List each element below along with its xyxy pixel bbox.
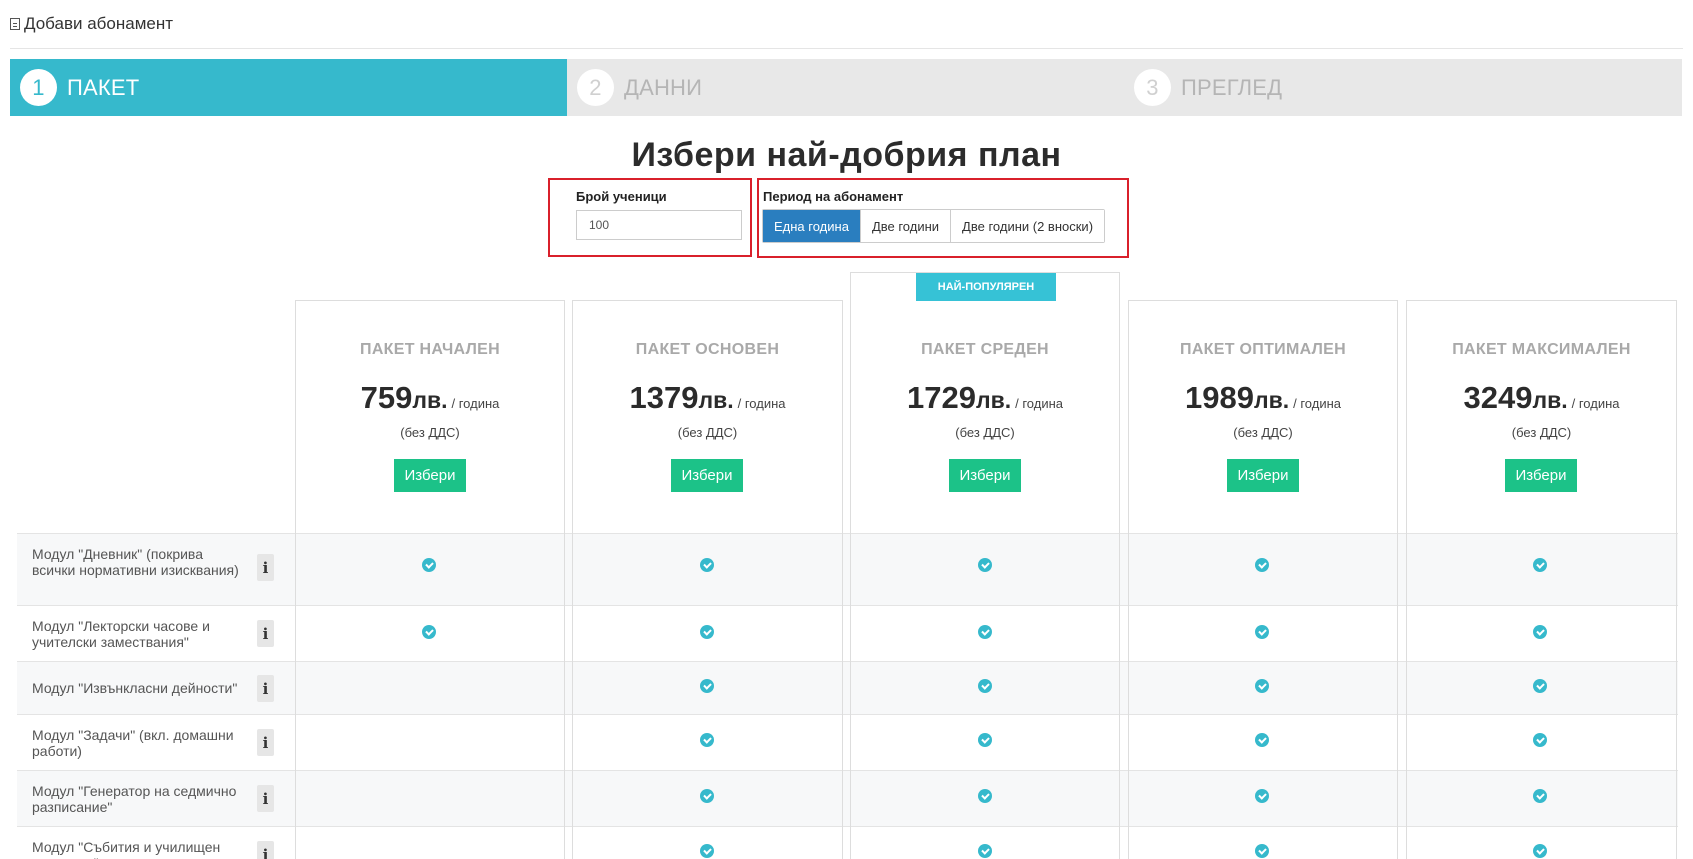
package-price: 1989лв. / година [1128, 380, 1398, 416]
check-icon [1255, 679, 1269, 693]
price-currency: лв. [1532, 387, 1568, 413]
package-price: 3249лв. / година [1406, 380, 1677, 416]
page-title: Добави абонамент [24, 14, 174, 33]
check-icon [1533, 733, 1547, 747]
price-amount: 1379 [629, 380, 699, 415]
price-amount: 1729 [907, 380, 976, 415]
info-icon[interactable]: i [257, 554, 274, 581]
package-header: ПАКЕТ ОСНОВЕН 1379лв. / година (без ДДС) … [572, 0, 843, 500]
check-icon [422, 625, 436, 639]
choose-button[interactable]: Избери [1227, 459, 1299, 492]
check-icon [978, 625, 992, 639]
check-icon [978, 558, 992, 572]
check-icon [422, 558, 436, 572]
column-divider [564, 533, 565, 859]
feature-label: Модул "Събития и училищен календар" [32, 839, 221, 859]
column-divider [1676, 533, 1677, 859]
package-name: ПАКЕТ НАЧАЛЕН [360, 341, 500, 358]
check-icon [700, 844, 714, 858]
price-amount: 759 [360, 380, 413, 415]
column-divider [1128, 533, 1129, 859]
check-icon [1533, 625, 1547, 639]
column-divider [850, 533, 851, 859]
choose-button[interactable]: Избери [949, 459, 1021, 492]
vat-note: (без ДДС) [677, 425, 738, 440]
check-icon [1255, 558, 1269, 572]
check-icon [1533, 789, 1547, 803]
package-header: ПАКЕТ МАКСИМАЛЕН 3249лв. / година (без ДД… [1406, 0, 1677, 500]
column-divider [1406, 533, 1407, 859]
package-price: 1379лв. / година [572, 380, 843, 416]
price-amount: 1989 [1185, 380, 1254, 415]
check-icon [700, 558, 714, 572]
package-name: ПАКЕТ СРЕДЕН [921, 341, 1049, 358]
price-period: / година [1293, 396, 1341, 411]
step-number: 1 [20, 69, 57, 106]
price-currency: лв. [975, 387, 1012, 413]
package-price: 1729лв. / година [850, 380, 1120, 416]
check-icon [1255, 844, 1269, 858]
check-icon [700, 625, 714, 639]
feature-row: Модул "Извънкласни дейности" i [17, 661, 1678, 714]
feature-label: Модул "Лекторски часове и учителски заме… [32, 618, 210, 650]
price-amount: 3249 [1463, 380, 1533, 415]
column-divider [1119, 533, 1120, 859]
feature-row: Модул "Събития и училищен календар" i [17, 826, 1678, 859]
check-icon [1255, 625, 1269, 639]
column-divider [842, 533, 843, 859]
page-header: Добави абонамент [10, 14, 173, 34]
info-icon[interactable]: i [257, 785, 274, 812]
check-icon [1255, 733, 1269, 747]
feature-label: Модул "Извънкласни дейности" [32, 680, 238, 696]
info-icon[interactable]: i [257, 620, 274, 647]
price-period: / година [737, 396, 786, 411]
package-price: 759лв. / година [295, 380, 565, 416]
choose-button[interactable]: Избери [671, 459, 743, 492]
vat-note: (без ДДС) [1233, 425, 1293, 440]
info-icon[interactable]: i [257, 729, 274, 756]
feature-label: Модул "Генератор на седмично разписание" [32, 783, 237, 815]
package-header: ПАКЕТ ОПТИМАЛЕН 1989лв. / година (без ДДС… [1128, 0, 1398, 500]
column-divider [1397, 533, 1398, 859]
info-icon[interactable]: i [257, 675, 274, 702]
package-name: ПАКЕТ ОСНОВЕН [635, 341, 780, 358]
package-name: ПАКЕТ ОПТИМАЛЕН [1180, 341, 1346, 358]
check-icon [1255, 789, 1269, 803]
feature-row: Модул "Задачи" (вкл. домашни работи) i [17, 714, 1678, 770]
package-header: ПАКЕТ СРЕДЕН 1729лв. / година (без ДДС) И… [850, 0, 1120, 500]
column-divider [295, 533, 296, 859]
check-icon [978, 789, 992, 803]
check-icon [1533, 558, 1547, 572]
check-icon [1533, 844, 1547, 858]
check-icon [700, 679, 714, 693]
check-icon [978, 733, 992, 747]
price-period: / година [1571, 396, 1620, 411]
check-icon [978, 844, 992, 858]
choose-button[interactable]: Избери [394, 459, 466, 492]
step-label: ПАКЕТ [67, 74, 140, 100]
price-currency: лв. [412, 387, 448, 413]
price-period: / година [451, 396, 500, 411]
feature-label: Модул "Дневник" (покрива всички норматив… [32, 546, 239, 578]
info-icon[interactable]: i [257, 841, 274, 859]
price-period: / година [1015, 396, 1063, 411]
check-icon [700, 733, 714, 747]
price-currency: лв. [698, 387, 734, 413]
column-divider [572, 533, 573, 859]
document-icon [10, 18, 20, 30]
package-name: ПАКЕТ МАКСИМАЛЕН [1452, 341, 1631, 358]
package-header: ПАКЕТ НАЧАЛЕН 759лв. / година (без ДДС) И… [295, 0, 565, 500]
check-icon [1533, 679, 1547, 693]
vat-note: (без ДДС) [400, 425, 460, 440]
feature-row: Модул "Лекторски часове и учителски заме… [17, 605, 1678, 661]
feature-row: Модул "Генератор на седмично разписание"… [17, 770, 1678, 826]
vat-note: (без ДДС) [955, 425, 1015, 440]
check-icon [700, 789, 714, 803]
check-icon [978, 679, 992, 693]
feature-label: Модул "Задачи" (вкл. домашни работи) [32, 727, 234, 759]
vat-note: (без ДДС) [1511, 425, 1572, 440]
price-currency: лв. [1253, 387, 1290, 413]
choose-button[interactable]: Избери [1505, 459, 1577, 492]
feature-row: Модул "Дневник" (покрива всички норматив… [17, 533, 1678, 605]
